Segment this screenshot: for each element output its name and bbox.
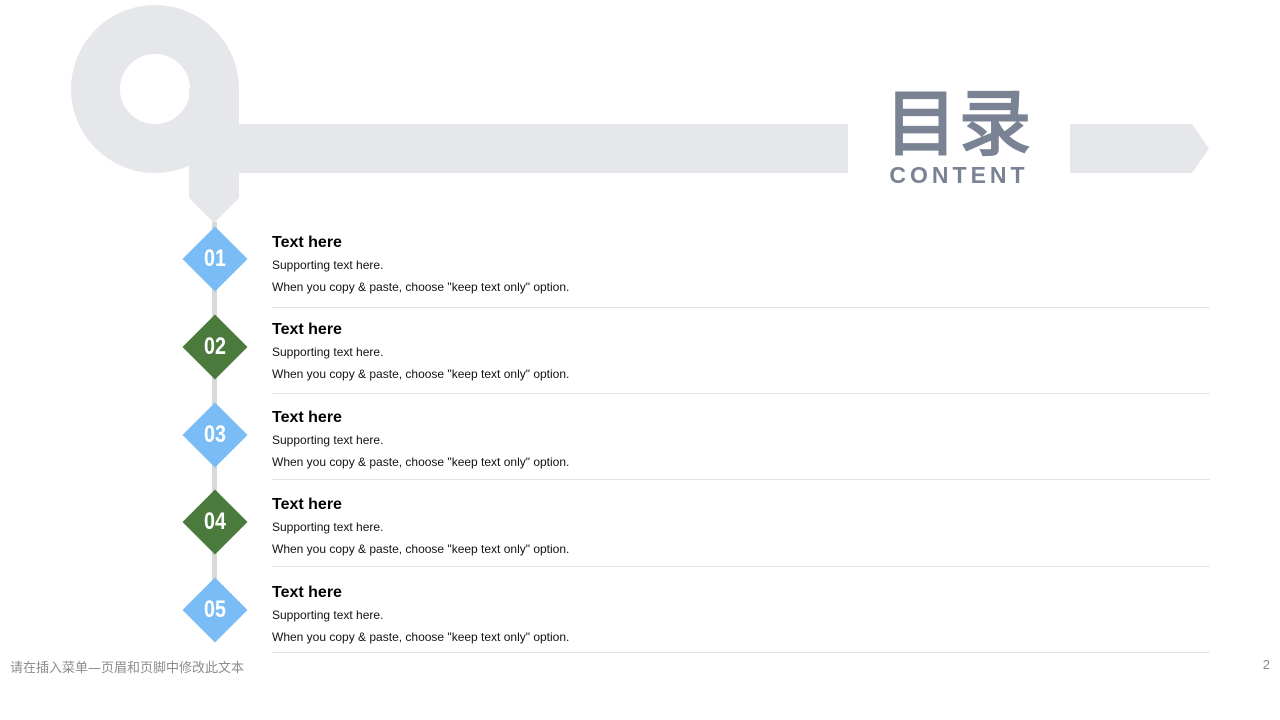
item-note: When you copy & paste, choose "keep text… (272, 367, 570, 381)
item-divider (272, 393, 1210, 394)
footer-text: 请在插入菜单—页眉和页脚中修改此文本 (10, 661, 245, 676)
list-item: Text here Supporting text here. When you… (272, 495, 1210, 583)
list-item: Text here Supporting text here. When you… (272, 320, 1210, 408)
item-divider (272, 566, 1210, 567)
list-item: Text here Supporting text here. When you… (272, 408, 1210, 496)
item-title: Text here (272, 321, 342, 338)
list-item: Text here Supporting text here. When you… (272, 233, 1210, 321)
item-subtitle: Supporting text here. (272, 433, 384, 447)
item-number: 03 (204, 421, 226, 448)
item-divider (272, 652, 1210, 653)
item-title: Text here (272, 496, 342, 513)
item-subtitle: Supporting text here. (272, 258, 384, 272)
item-number: 02 (204, 333, 226, 360)
item-subtitle: Supporting text here. (272, 345, 384, 359)
item-title: Text here (272, 409, 342, 426)
item-note: When you copy & paste, choose "keep text… (272, 542, 570, 556)
page-number: 2 (1262, 657, 1270, 672)
item-note: When you copy & paste, choose "keep text… (272, 455, 570, 469)
ribbon-bar-left (189, 124, 848, 173)
item-note: When you copy & paste, choose "keep text… (272, 630, 570, 644)
item-title: Text here (272, 234, 342, 251)
item-divider (272, 479, 1210, 480)
item-number: 01 (204, 245, 226, 272)
ribbon-tail (189, 89, 239, 223)
item-note: When you copy & paste, choose "keep text… (272, 280, 570, 294)
item-subtitle: Supporting text here. (272, 520, 384, 534)
page-subtitle: CONTENT (889, 162, 1029, 188)
ribbon-arrow-right (1070, 124, 1209, 173)
item-divider (272, 307, 1210, 308)
title-block: 目录 CONTENT (848, 84, 1070, 188)
item-number: 04 (204, 508, 226, 535)
item-number: 05 (204, 596, 226, 623)
item-title: Text here (272, 584, 342, 601)
list-item: Text here Supporting text here. When you… (272, 583, 1210, 671)
page-title: 目录 (884, 82, 1033, 166)
item-subtitle: Supporting text here. (272, 608, 384, 622)
